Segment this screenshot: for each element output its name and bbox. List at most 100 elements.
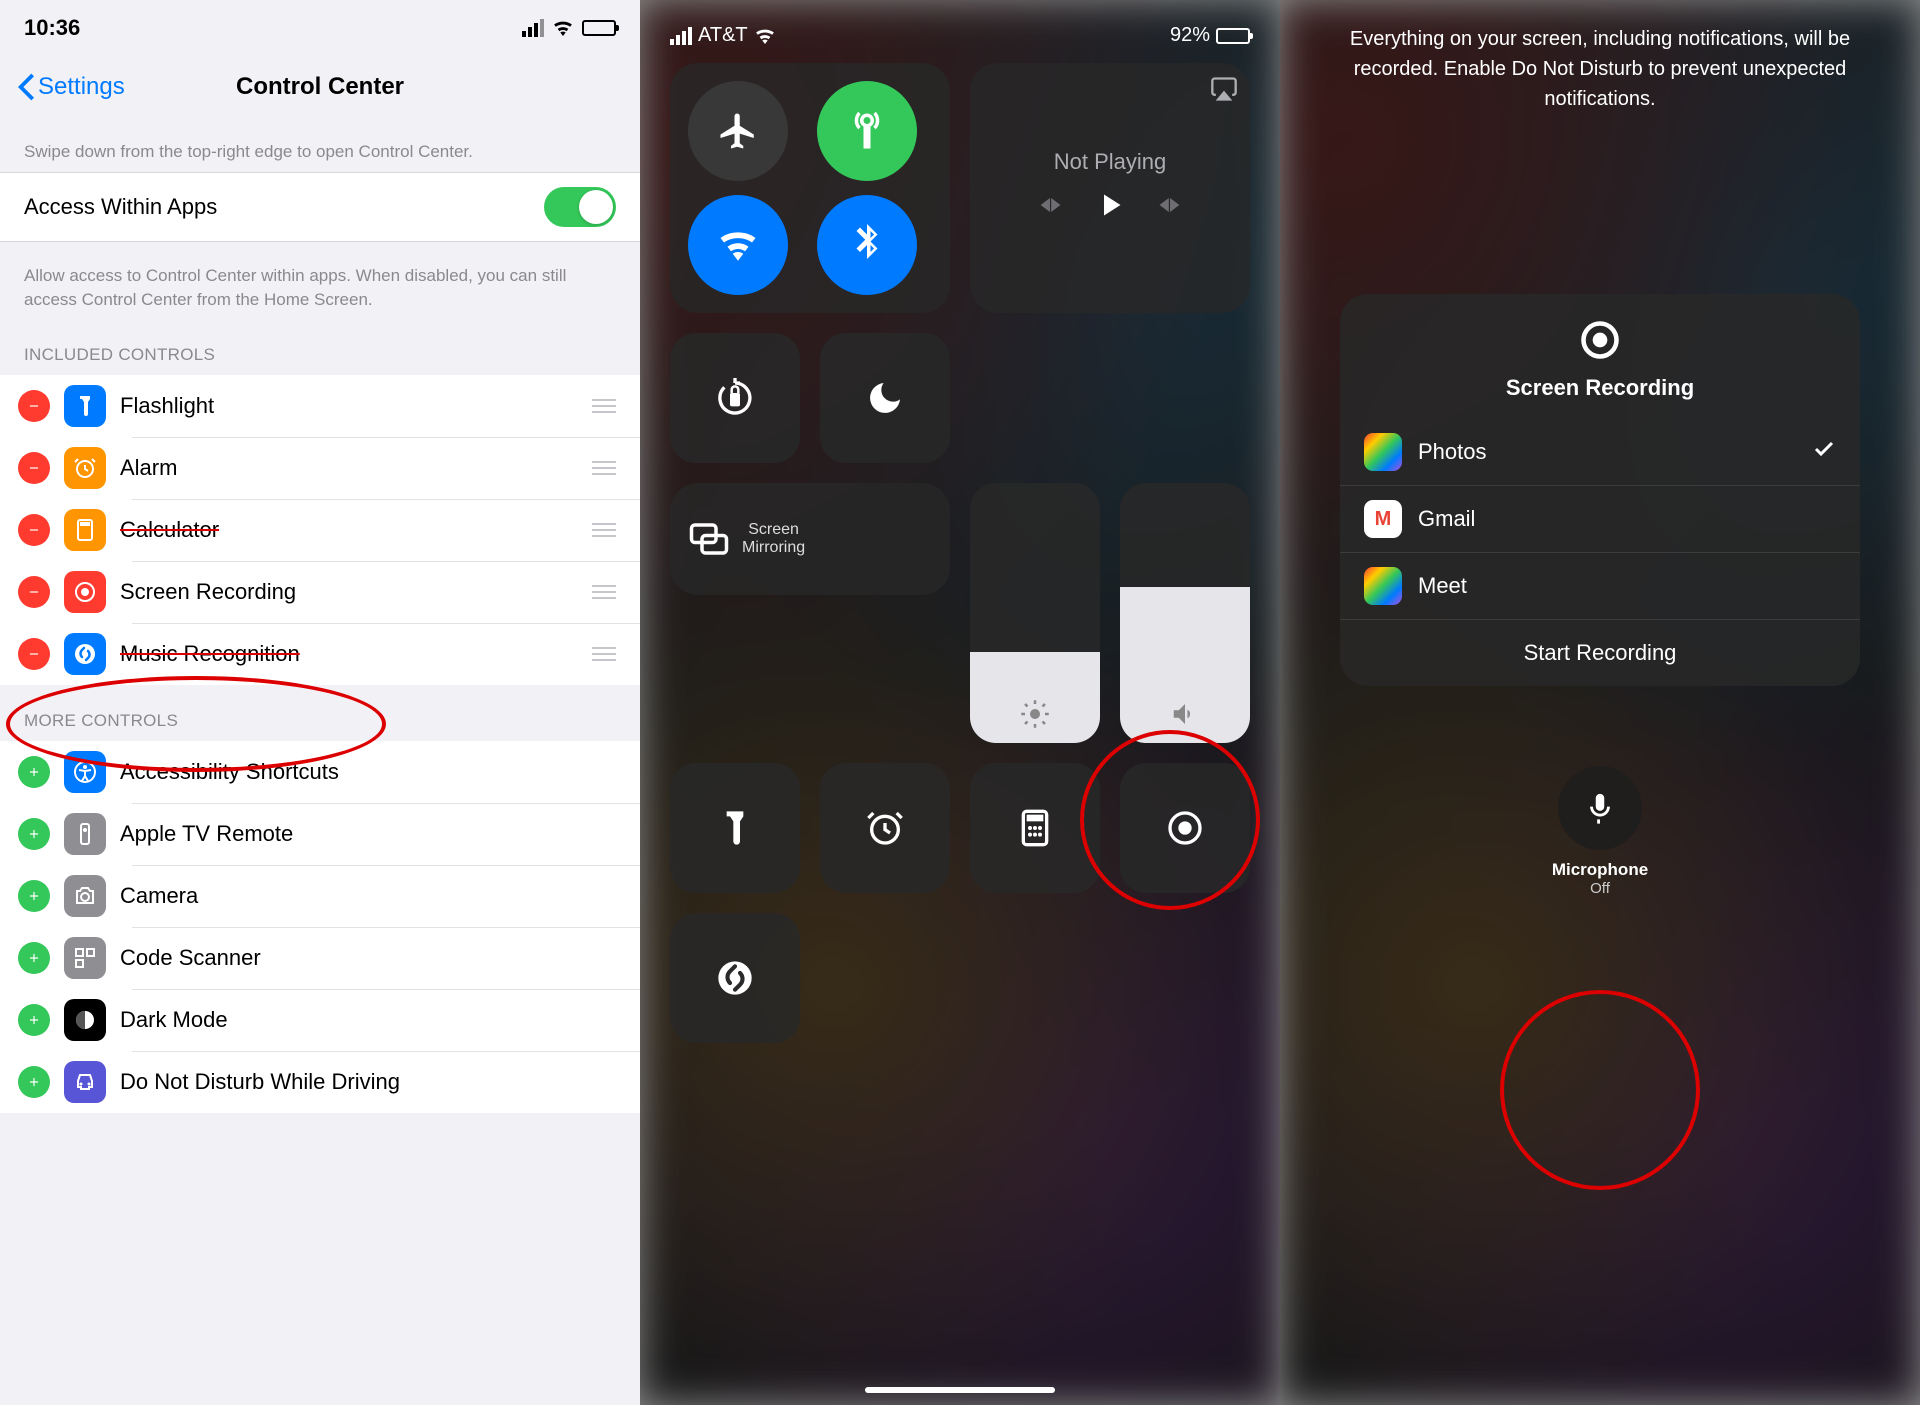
alarm-icon	[865, 808, 905, 848]
control-row-apple-tv-remote[interactable]: Apple TV Remote	[0, 803, 640, 865]
screen-recording-button[interactable]	[1120, 763, 1250, 893]
calculator-button[interactable]	[970, 763, 1100, 893]
battery-icon	[582, 20, 616, 36]
calculator-icon	[1015, 808, 1055, 848]
recording-destination-photos[interactable]: Photos	[1340, 419, 1860, 485]
play-button[interactable]	[1092, 187, 1128, 228]
control-row-do-not-disturb-while-driving[interactable]: Do Not Disturb While Driving	[0, 1051, 640, 1113]
airplay-icon[interactable]	[1210, 75, 1238, 103]
reorder-handle[interactable]	[592, 461, 616, 475]
more-header: MORE CONTROLS	[0, 685, 640, 741]
media-platter[interactable]: Not Playing	[970, 63, 1250, 313]
flashlight-icon	[64, 385, 106, 427]
calculator-icon	[64, 509, 106, 551]
photos-icon	[1364, 433, 1402, 471]
add-button[interactable]	[18, 818, 50, 850]
wifi-icon	[754, 28, 776, 44]
flashlight-icon	[715, 808, 755, 848]
bluetooth-button[interactable]	[817, 195, 917, 295]
orientation-lock-button[interactable]	[670, 333, 800, 463]
bluetooth-icon	[846, 224, 888, 266]
access-label: Access Within Apps	[24, 194, 217, 220]
remove-button[interactable]	[18, 514, 50, 546]
flashlight-button[interactable]	[670, 763, 800, 893]
screen-mirror-icon	[688, 518, 730, 560]
remove-button[interactable]	[18, 390, 50, 422]
microphone-state: Off	[1310, 880, 1890, 897]
home-indicator[interactable]	[865, 1387, 1055, 1393]
swipe-hint: Swipe down from the top-right edge to op…	[0, 118, 640, 172]
cell-signal-icon	[522, 19, 544, 37]
carrier-label: AT&T	[698, 24, 748, 47]
screen-mirroring-button[interactable]: Screen Mirroring	[670, 483, 950, 595]
screen-recording-title: Screen Recording	[1340, 375, 1860, 401]
access-toggle[interactable]	[544, 187, 616, 227]
wifi-button[interactable]	[688, 195, 788, 295]
reorder-handle[interactable]	[592, 647, 616, 661]
control-row-calculator[interactable]: Calculator	[0, 499, 640, 561]
control-row-flashlight[interactable]: Flashlight	[0, 375, 640, 437]
prev-track-button[interactable]	[1036, 191, 1064, 224]
microphone-icon	[1583, 791, 1617, 825]
control-label: Camera	[120, 883, 616, 909]
back-button[interactable]: Settings	[18, 73, 125, 101]
remote-icon	[64, 813, 106, 855]
status-time: 10:36	[24, 15, 80, 41]
antenna-icon	[846, 110, 888, 152]
connectivity-platter[interactable]	[670, 63, 950, 313]
recording-destination-meet[interactable]: Meet	[1340, 552, 1860, 619]
darkmode-icon	[64, 999, 106, 1041]
next-track-button[interactable]	[1156, 191, 1184, 224]
page-title: Control Center	[236, 73, 404, 101]
recording-destination-gmail[interactable]: MGmail	[1340, 485, 1860, 552]
remove-button[interactable]	[18, 452, 50, 484]
shazam-button[interactable]	[670, 913, 800, 1043]
control-row-code-scanner[interactable]: Code Scanner	[0, 927, 640, 989]
control-row-accessibility-shortcuts[interactable]: Accessibility Shortcuts	[0, 741, 640, 803]
control-label: Flashlight	[120, 393, 578, 419]
screen-recording-card: Screen Recording Photos MGmailMeet Start …	[1340, 294, 1860, 686]
do-not-disturb-button[interactable]	[820, 333, 950, 463]
control-label: Music Recognition	[120, 641, 578, 667]
checkmark-icon	[1812, 437, 1836, 467]
recording-info-text: Everything on your screen, including not…	[1310, 24, 1890, 114]
start-recording-button[interactable]: Start Recording	[1340, 619, 1860, 686]
control-label: Screen Recording	[120, 579, 578, 605]
airplane-mode-button[interactable]	[688, 81, 788, 181]
reorder-handle[interactable]	[592, 399, 616, 413]
add-button[interactable]	[18, 1004, 50, 1036]
microphone-button[interactable]	[1558, 766, 1642, 850]
reorder-handle[interactable]	[592, 585, 616, 599]
control-row-camera[interactable]: Camera	[0, 865, 640, 927]
chevron-left-icon	[18, 73, 34, 101]
airplane-icon	[717, 110, 759, 152]
control-label: Dark Mode	[120, 1007, 616, 1033]
access-within-apps-row[interactable]: Access Within Apps	[0, 173, 640, 241]
app-label: Photos	[1418, 439, 1487, 465]
back-label: Settings	[38, 73, 125, 101]
add-button[interactable]	[18, 1066, 50, 1098]
alarm-button[interactable]	[820, 763, 950, 893]
screen-recording-panel: Everything on your screen, including not…	[1280, 0, 1920, 1405]
status-indicators	[522, 19, 616, 37]
control-label: Do Not Disturb While Driving	[120, 1069, 616, 1095]
cellular-data-button[interactable]	[817, 81, 917, 181]
add-button[interactable]	[18, 756, 50, 788]
brightness-slider[interactable]	[970, 483, 1100, 743]
camera-icon	[64, 875, 106, 917]
control-row-music-recognition[interactable]: Music Recognition	[0, 623, 640, 685]
control-row-screen-recording[interactable]: Screen Recording	[0, 561, 640, 623]
shazam-icon	[715, 958, 755, 998]
meet-icon	[1364, 567, 1402, 605]
nav-bar: Settings Control Center	[0, 56, 640, 118]
volume-slider[interactable]	[1120, 483, 1250, 743]
add-button[interactable]	[18, 880, 50, 912]
control-row-dark-mode[interactable]: Dark Mode	[0, 989, 640, 1051]
add-button[interactable]	[18, 942, 50, 974]
record-icon	[1165, 808, 1205, 848]
remove-button[interactable]	[18, 576, 50, 608]
control-row-alarm[interactable]: Alarm	[0, 437, 640, 499]
app-label: Gmail	[1418, 506, 1475, 532]
reorder-handle[interactable]	[592, 523, 616, 537]
remove-button[interactable]	[18, 638, 50, 670]
